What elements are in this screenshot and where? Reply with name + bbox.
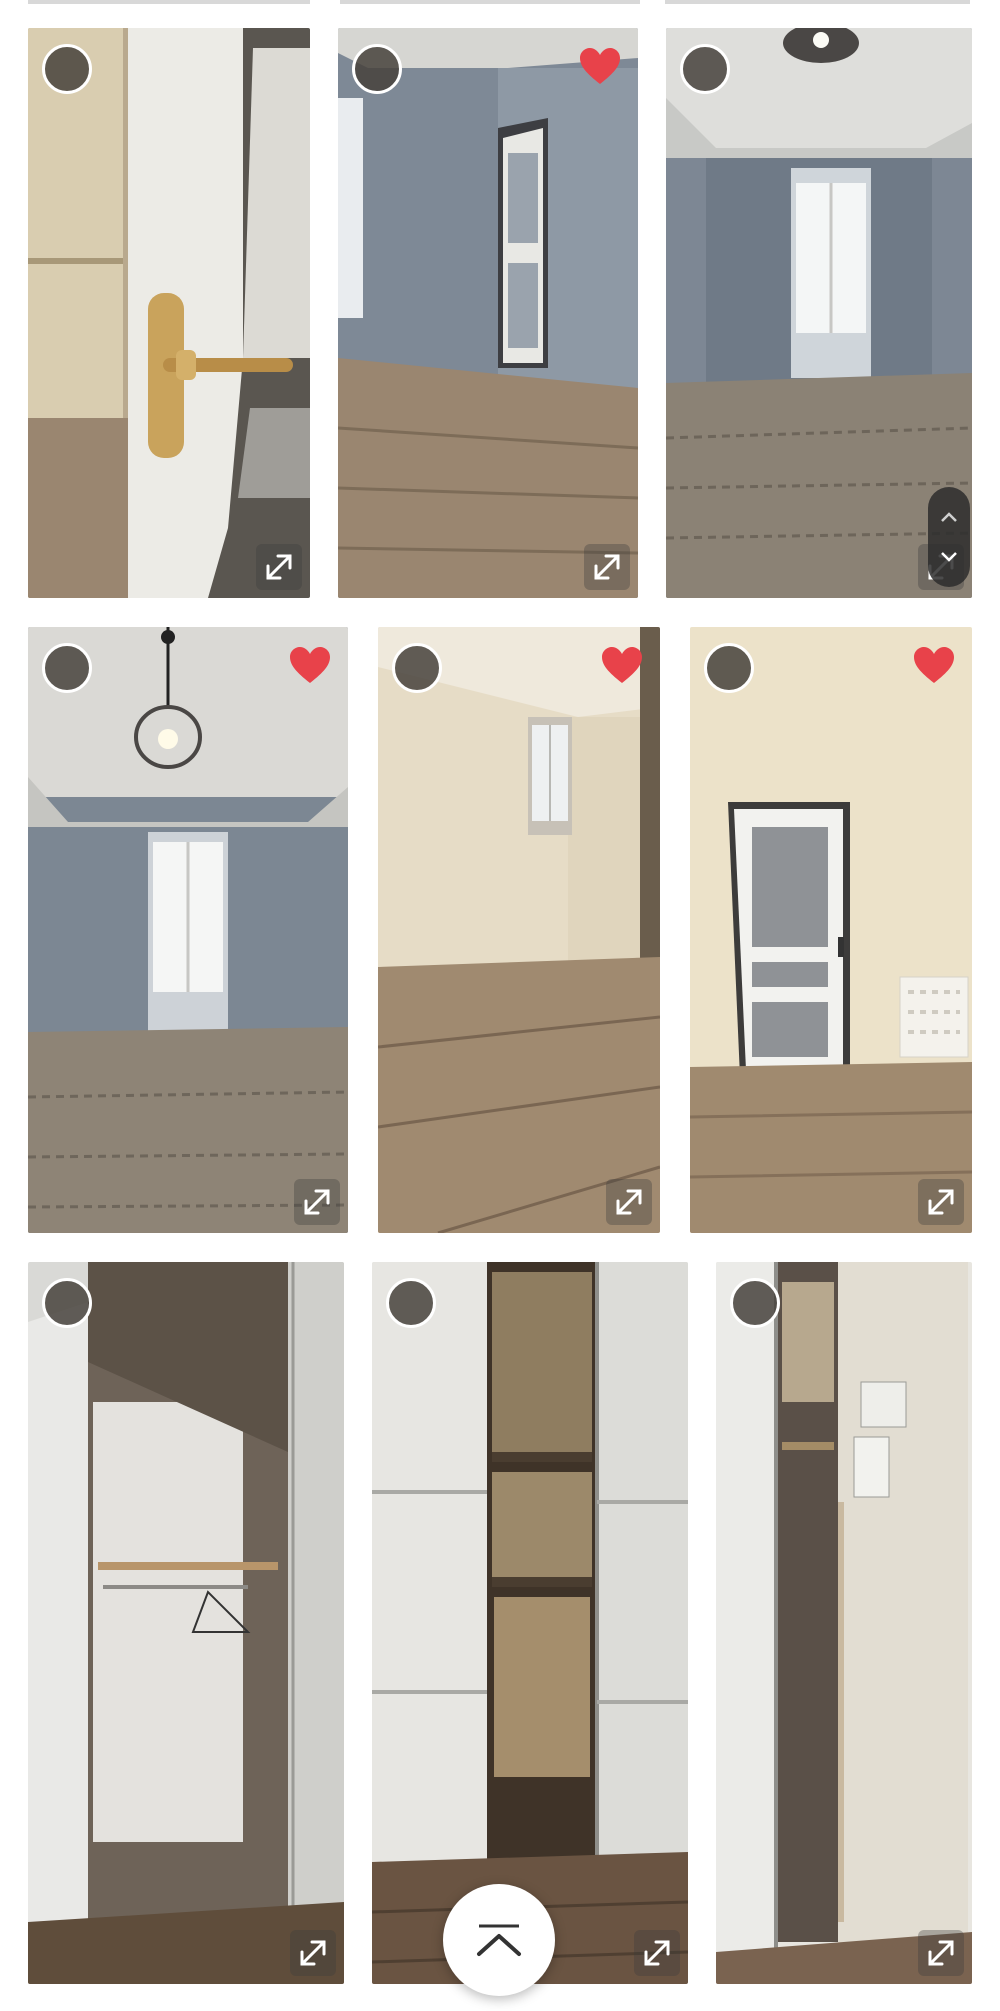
photo-room-corner: [378, 627, 660, 1233]
expand-arrows-icon: [266, 554, 292, 580]
photo-white-door: [690, 627, 972, 1233]
photo-tile[interactable]: [372, 1262, 688, 1984]
photo-tile[interactable]: [28, 28, 310, 598]
select-circle[interactable]: [386, 1278, 436, 1328]
select-circle[interactable]: [392, 643, 442, 693]
select-circle[interactable]: [42, 1278, 92, 1328]
expand-arrows-icon: [616, 1189, 642, 1215]
expand-button[interactable]: [918, 1930, 964, 1976]
photo-room-lamp: [28, 627, 348, 1233]
photo-tile[interactable]: [28, 1262, 344, 1984]
heart-icon[interactable]: [912, 645, 956, 685]
heart-icon[interactable]: [288, 645, 332, 685]
select-circle[interactable]: [680, 44, 730, 94]
expand-button[interactable]: [294, 1179, 340, 1225]
select-circle[interactable]: [42, 44, 92, 94]
expand-arrows-icon: [300, 1940, 326, 1966]
scroll-arrows-icon: [941, 512, 957, 562]
photo-tile[interactable]: [378, 627, 660, 1233]
select-circle[interactable]: [352, 44, 402, 94]
expand-arrows-icon: [928, 1940, 954, 1966]
scroll-indicator[interactable]: [928, 487, 970, 587]
photo-room-window: [666, 28, 972, 598]
scroll-to-top-button[interactable]: [443, 1884, 555, 1996]
photo-tile[interactable]: [690, 627, 972, 1233]
photo-closet-shelf: [28, 1262, 344, 1984]
photo-tile[interactable]: [28, 627, 348, 1233]
photo-room-door: [338, 28, 638, 598]
expand-arrows-icon: [928, 1189, 954, 1215]
previous-row-strip: [28, 0, 310, 4]
heart-icon[interactable]: [578, 46, 622, 86]
expand-button[interactable]: [918, 1179, 964, 1225]
expand-arrows-icon: [594, 554, 620, 580]
photo-tile[interactable]: [666, 28, 972, 598]
photo-door-handle: [28, 28, 310, 598]
photo-closet-open: [372, 1262, 688, 1984]
select-circle[interactable]: [730, 1278, 780, 1328]
expand-button[interactable]: [634, 1930, 680, 1976]
expand-arrows-icon: [304, 1189, 330, 1215]
photo-tile[interactable]: [716, 1262, 972, 1984]
photo-tile[interactable]: [338, 28, 638, 598]
expand-button[interactable]: [584, 544, 630, 590]
select-circle[interactable]: [704, 643, 754, 693]
expand-button[interactable]: [256, 544, 302, 590]
heart-icon[interactable]: [600, 645, 644, 685]
expand-button[interactable]: [606, 1179, 652, 1225]
previous-row-strip: [665, 0, 970, 4]
expand-button[interactable]: [290, 1930, 336, 1976]
expand-arrows-icon: [644, 1940, 670, 1966]
photo-closet-narrow: [716, 1262, 972, 1984]
previous-row-strip: [340, 0, 640, 4]
select-circle[interactable]: [42, 643, 92, 693]
chevron-up-icon: [477, 1924, 521, 1956]
